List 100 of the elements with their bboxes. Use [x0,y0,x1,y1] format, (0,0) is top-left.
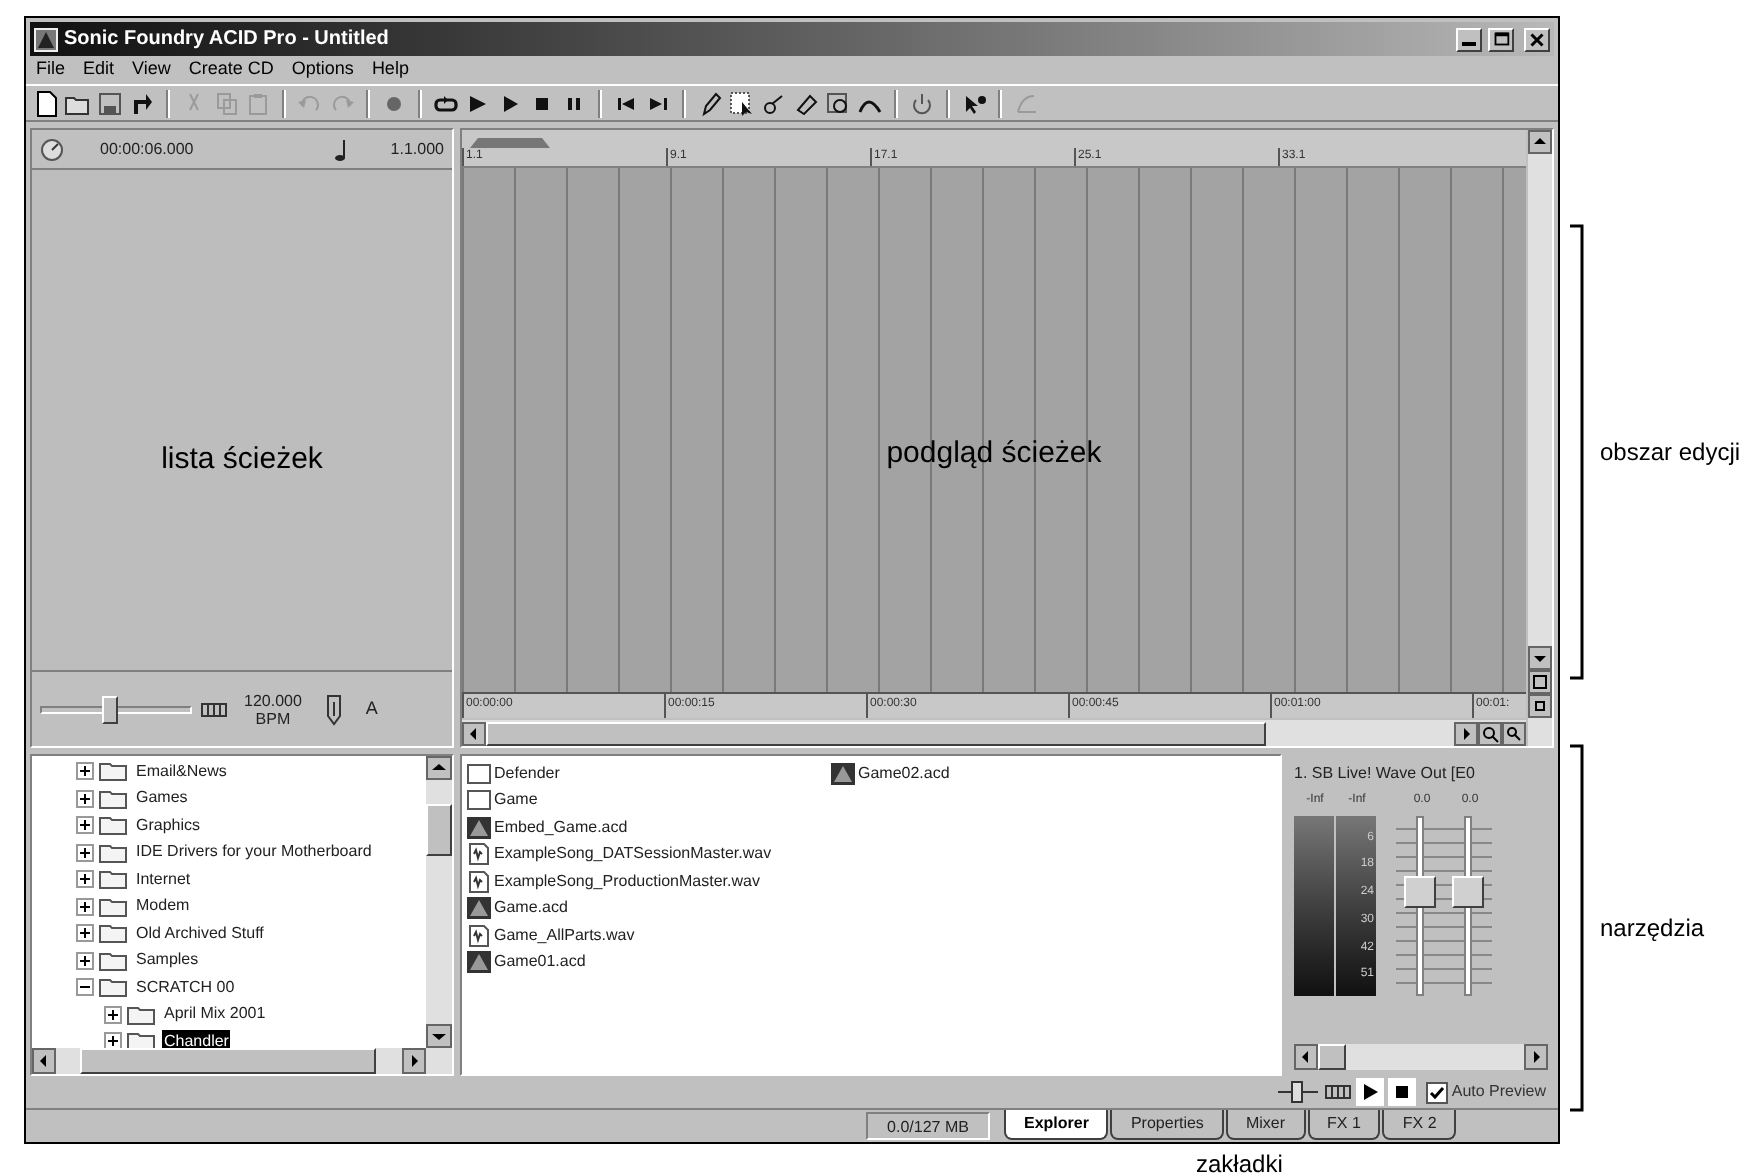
zoom-icon [824,89,852,117]
explorer-entry[interactable]: ExampleSong_ProductionMaster.wav [494,869,760,894]
auto-preview-checkbox[interactable] [1425,1081,1448,1103]
horizontal-scrollbar[interactable] [32,1048,452,1074]
play-button[interactable] [1355,1078,1384,1106]
metronome-icon [321,691,346,727]
folder-icon [98,895,130,918]
play-icon [1359,1082,1380,1102]
menu-item[interactable]: Create CD [188,56,274,84]
tempo-unit: BPM [255,709,291,727]
clock-icon [40,137,68,161]
menu-item[interactable]: File [36,56,66,84]
zoom-button[interactable] [824,89,852,117]
tab[interactable]: Explorer [1004,1110,1109,1140]
explorer-entry[interactable]: Game [494,788,538,813]
menu-item[interactable]: Edit [83,56,115,84]
folder-icon [466,788,492,813]
scroll-thumb[interactable] [1318,1044,1346,1070]
minimize-button[interactable] [1456,27,1482,51]
expander-icon[interactable] [76,870,94,889]
arrow-icon [128,89,156,117]
expander-icon[interactable] [76,762,94,781]
explorer-entry[interactable]: Game02.acd [858,761,950,786]
scroll-up-icon [426,756,452,780]
acid-file-icon [830,761,856,786]
acid-file-icon [466,896,492,921]
menu-item[interactable]: Options [291,56,354,84]
time-display: 00:00:06.000 [100,137,194,161]
tab[interactable]: FX 1 [1307,1110,1381,1140]
menu-item[interactable]: Help [371,56,409,84]
acid-file-icon [466,950,492,975]
scroll-down-icon [1528,646,1552,670]
expander-icon[interactable] [76,951,94,970]
explorer-entry[interactable]: Embed_Game.acd [494,815,628,840]
menu-item[interactable]: View [132,56,171,84]
folder-item[interactable]: Graphics [134,813,203,838]
expander-icon[interactable] [76,816,94,835]
folder-item[interactable]: Samples [134,948,201,973]
vertical-scrollbar[interactable] [426,756,452,1048]
scroll-right-icon [1454,721,1478,745]
new-file-button[interactable] [32,89,60,117]
minimize-icon [1462,42,1476,46]
horizontal-scrollbar[interactable] [462,718,1526,746]
folder-icon [126,1003,158,1026]
scroll-thumb[interactable] [80,1048,376,1074]
maximize-button[interactable] [1488,27,1514,51]
arrow-button[interactable] [128,89,156,117]
expander-icon[interactable] [104,1005,122,1024]
folder-item[interactable]: Modem [134,894,192,919]
track-view-label: podgląd ścieżek [884,433,1104,474]
explorer-entry[interactable]: Defender [494,761,560,786]
tempo-value: 120.000 [244,691,302,709]
expander-icon[interactable] [76,897,94,916]
device-name: 1. SB Live! Wave Out [E0 [1294,762,1477,786]
scroll-down-icon [426,1024,452,1048]
eraser-button[interactable] [792,89,820,117]
scroll-thumb[interactable] [486,721,1266,745]
status-field: 0.0/127 MB [866,1112,990,1140]
select-button[interactable] [728,89,756,117]
expander-icon[interactable] [76,789,94,808]
explorer-entry[interactable]: Game_AllParts.wav [494,923,635,948]
expander-icon[interactable] [76,924,94,943]
tab[interactable]: FX 2 [1382,1110,1457,1140]
folder-icon [98,949,130,972]
tab[interactable]: Properties [1110,1110,1224,1140]
folder-item[interactable]: Email&News [134,759,229,784]
annotation-label: zakładki [1196,1148,1285,1174]
vertical-scrollbar[interactable] [1526,130,1552,746]
explorer-entry[interactable]: Game01.acd [494,950,586,975]
explorer-entry[interactable]: Game.acd [494,896,568,921]
scroll-thumb[interactable] [426,804,452,856]
folder-item[interactable]: Internet [134,867,193,892]
folder-item[interactable]: IDE Drivers for your Motherboard [134,840,374,865]
save-button[interactable] [96,89,124,117]
wave-file-icon [466,923,492,948]
preview-volume-icon [1275,1080,1320,1104]
position-display: 1.1.000 [390,137,444,161]
expander-icon[interactable] [76,843,94,862]
folder-item[interactable]: Games [134,786,190,811]
stop-icon [1391,1082,1412,1102]
folder-icon [98,976,130,999]
select-icon [728,89,756,117]
annotation-label: obszar edycji [1600,436,1741,470]
folder-item[interactable]: Old Archived Stuff [134,921,266,946]
folder-icon [98,868,130,891]
expander-icon[interactable] [104,1032,122,1048]
tab[interactable]: Mixer [1225,1110,1305,1140]
horizontal-scrollbar[interactable] [1294,1044,1548,1070]
explorer-entry[interactable]: ExampleSong_DATSessionMaster.wav [494,842,772,867]
annotation-label: narzędzia [1600,912,1705,946]
folder-item[interactable]: SCRATCH 00 [134,975,237,1000]
folder-item[interactable]: Chandler [162,1029,231,1048]
stop-button[interactable] [1387,1078,1416,1106]
folder-item[interactable]: April Mix 2001 [162,1002,268,1027]
copy-icon [212,89,240,117]
tempo-slider[interactable] [40,695,192,723]
scroll-left-icon [32,1048,56,1074]
expander-icon[interactable] [76,978,94,997]
paste-icon [244,89,272,117]
close-button[interactable] [1524,27,1550,51]
